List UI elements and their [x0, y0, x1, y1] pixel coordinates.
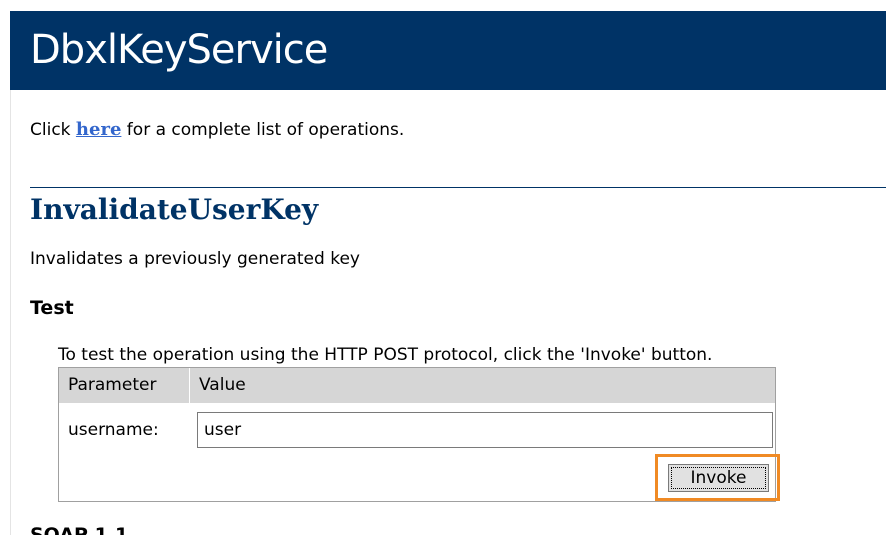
invoke-button-label: Invoke	[671, 467, 766, 489]
invoke-button[interactable]: Invoke	[668, 464, 769, 492]
operation-title: InvalidateUserKey	[30, 193, 319, 226]
header-value: Value	[199, 375, 246, 395]
header-parameter: Parameter	[68, 375, 157, 395]
intro-text: Click here for a complete list of operat…	[30, 119, 404, 140]
parameter-table-header: Parameter Value	[59, 368, 775, 403]
test-heading: Test	[30, 297, 74, 319]
page: DbxlKeyService Click here for a complete…	[0, 0, 886, 535]
section-divider	[30, 187, 886, 188]
header-divider	[189, 368, 190, 403]
left-divider	[10, 90, 11, 535]
operations-list-link[interactable]: here	[76, 119, 121, 140]
intro-suffix: for a complete list of operations.	[121, 120, 405, 140]
operation-description: Invalidates a previously generated key	[30, 249, 360, 269]
intro-prefix: Click	[30, 120, 76, 140]
service-title: DbxlKeyService	[30, 27, 328, 73]
username-label: username:	[68, 420, 159, 440]
soap-section-heading: SOAP 1.1	[30, 524, 129, 535]
test-instructions: To test the operation using the HTTP POS…	[58, 345, 713, 365]
username-input[interactable]	[197, 412, 773, 448]
service-banner: DbxlKeyService	[10, 11, 886, 90]
